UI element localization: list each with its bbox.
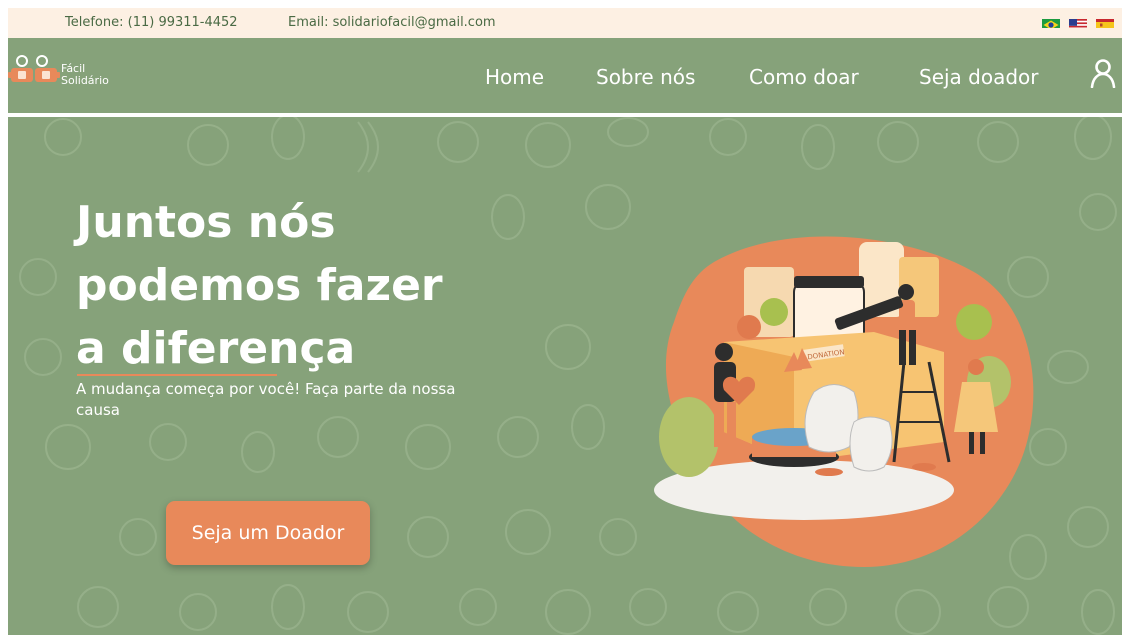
contact-bar: Telefone: (11) 99311-4452 Email: solidar… (8, 8, 1122, 38)
user-icon[interactable] (1090, 58, 1116, 88)
logo[interactable]: Fácil Solidário (8, 52, 128, 96)
hero-subtitle: A mudança começa por você! Faça parte da… (76, 380, 456, 419)
main-navbar: Fácil Solidário Home Sobre nós Como doar… (8, 38, 1122, 115)
contact-phone: Telefone: (11) 99311-4452 (65, 15, 238, 30)
headline-line-1: Juntos nós (76, 197, 336, 248)
language-selector (1042, 16, 1114, 28)
logo-line-2: Solidário (61, 74, 109, 87)
nav-home[interactable]: Home (485, 65, 544, 89)
donation-illustration: DONATION (654, 236, 1034, 568)
page-frame: Telefone: (11) 99311-4452 Email: solidar… (8, 8, 1122, 635)
flag-spain-icon[interactable] (1096, 16, 1114, 28)
hero-headline: Juntos nós podemos fazer a diferença (76, 191, 496, 380)
nav-about[interactable]: Sobre nós (596, 65, 695, 89)
headline-line-3: a diferença (76, 323, 356, 374)
nav-how-to-donate[interactable]: Como doar (749, 65, 859, 89)
become-donor-button[interactable]: Seja um Doador (166, 501, 370, 565)
contact-email[interactable]: Email: solidariofacil@gmail.com (288, 15, 496, 30)
flag-usa-icon[interactable] (1069, 16, 1087, 28)
flag-brazil-icon[interactable] (1042, 16, 1060, 28)
nav-become-donor[interactable]: Seja doador (919, 65, 1039, 89)
hero-section: Juntos nós podemos fazer a diferença A m… (8, 117, 1122, 635)
logo-icon (8, 55, 60, 82)
logo-text: Fácil Solidário (61, 63, 109, 87)
headline-underline (77, 374, 277, 376)
headline-line-2: podemos fazer (76, 260, 443, 311)
